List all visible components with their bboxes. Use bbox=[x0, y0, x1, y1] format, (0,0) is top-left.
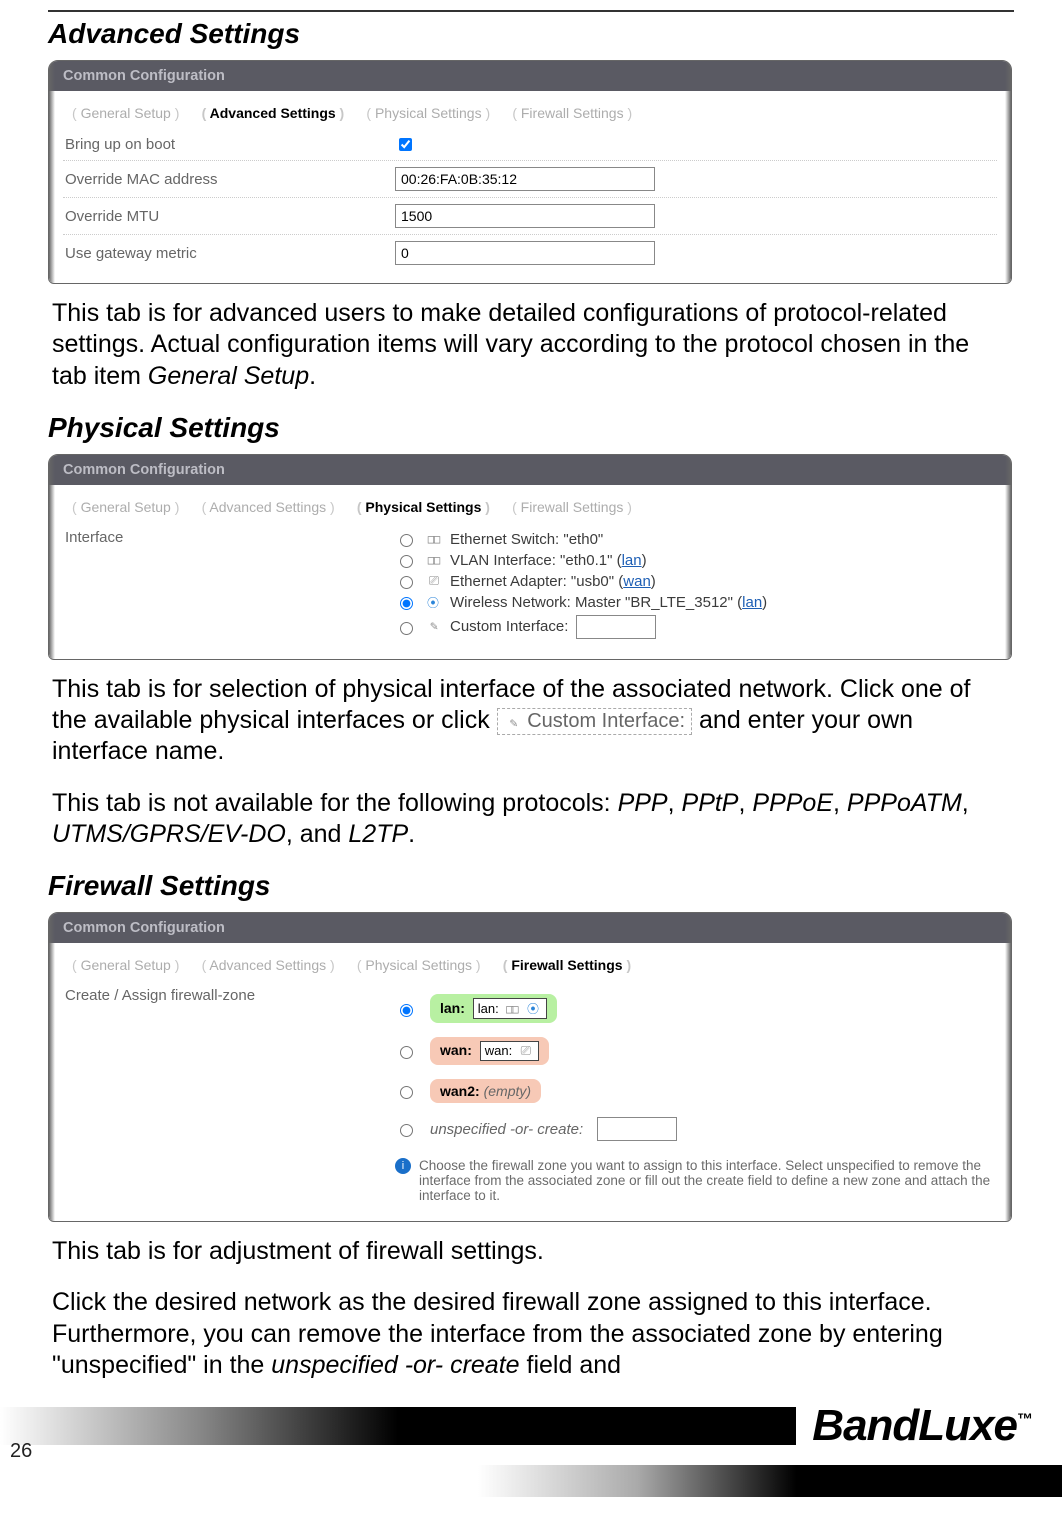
panel-firewall-header: Common Configuration bbox=[49, 913, 1011, 943]
tab-general-setup-2[interactable]: General Setup bbox=[63, 497, 188, 517]
iface-custom-label: Custom Interface: bbox=[450, 618, 568, 635]
panel-physical-header: Common Configuration bbox=[49, 455, 1011, 485]
label-bring-up: Bring up on boot bbox=[65, 136, 395, 153]
usb-icon bbox=[424, 574, 442, 589]
paragraph-firewall-2: Click the desired network as the desired… bbox=[52, 1287, 1010, 1381]
radio-custom[interactable] bbox=[400, 622, 413, 635]
lan-wl-icon bbox=[524, 1000, 542, 1017]
iface-wireless[interactable]: Wireless Network: Master "BR_LTE_3512" (… bbox=[395, 592, 995, 613]
radio-wireless[interactable] bbox=[400, 597, 413, 610]
tab-advanced-settings[interactable]: Advanced Settings bbox=[193, 103, 354, 123]
tabrow-advanced: General Setup Advanced Settings Physical… bbox=[63, 103, 997, 123]
tab-physical-settings-3[interactable]: Physical Settings bbox=[348, 955, 490, 975]
footer: BandLuxe™ bbox=[0, 1387, 1062, 1465]
radio-zone-wan2[interactable] bbox=[400, 1086, 413, 1099]
tab-firewall-settings[interactable]: Firewall Settings bbox=[503, 103, 641, 123]
row-firewall-zone: Create / Assign firewall-zone lan: lan: … bbox=[63, 981, 997, 1209]
zone-chip-lan: lan: lan: bbox=[430, 994, 557, 1023]
zone-chip-wan2: wan2: (empty) bbox=[430, 1079, 541, 1103]
section-advanced-title: Advanced Settings bbox=[48, 18, 1014, 50]
row-override-mtu: Override MTU bbox=[63, 198, 997, 235]
tabrow-firewall: General Setup Advanced Settings Physical… bbox=[63, 955, 997, 975]
radio-zone-lan[interactable] bbox=[400, 1004, 413, 1017]
ethernet-icon bbox=[424, 532, 442, 546]
panel-firewall: Common Configuration General Setup Advan… bbox=[48, 912, 1012, 1222]
tab-physical-settings[interactable]: Physical Settings bbox=[357, 103, 499, 123]
iface-wireless-label: Wireless Network: Master "BR_LTE_3512" (… bbox=[450, 594, 767, 611]
row-override-mac: Override MAC address bbox=[63, 161, 997, 198]
paragraph-physical-1: This tab is for selection of physical in… bbox=[52, 674, 1010, 768]
iface-usb[interactable]: Ethernet Adapter: "usb0" (wan) bbox=[395, 571, 995, 592]
iface-eth0[interactable]: Ethernet Switch: "eth0" bbox=[395, 529, 995, 550]
paragraph-firewall-1: This tab is for adjustment of firewall s… bbox=[52, 1236, 1010, 1267]
radio-usb[interactable] bbox=[400, 576, 413, 589]
input-create-zone[interactable] bbox=[597, 1117, 677, 1141]
page-number: 26 bbox=[10, 1440, 32, 1463]
lan-eth-icon bbox=[502, 1002, 520, 1016]
footer-under-gradient bbox=[0, 1465, 1062, 1497]
label-override-mtu: Override MTU bbox=[65, 208, 395, 225]
inline-custom-interface-chip: Custom Interface: bbox=[497, 708, 692, 735]
label-override-mac: Override MAC address bbox=[65, 171, 395, 188]
help-text: Choose the firewall zone you want to ass… bbox=[419, 1158, 995, 1203]
panel-advanced: Common Configuration General Setup Advan… bbox=[48, 60, 1012, 284]
custom-interface-icon bbox=[424, 619, 442, 634]
tab-advanced-settings-3[interactable]: Advanced Settings bbox=[193, 955, 344, 975]
vlan-icon bbox=[424, 553, 442, 567]
zone-chip-wan: wan: wan: bbox=[430, 1037, 549, 1065]
label-gateway-metric: Use gateway metric bbox=[65, 245, 395, 262]
tab-general-setup[interactable]: General Setup bbox=[63, 103, 188, 123]
iface-eth0-label: Ethernet Switch: "eth0" bbox=[450, 531, 603, 548]
row-gateway-metric: Use gateway metric bbox=[63, 235, 997, 271]
wireless-icon bbox=[424, 594, 442, 611]
tab-firewall-settings-2[interactable]: Firewall Settings bbox=[503, 497, 641, 517]
top-rule bbox=[48, 10, 1014, 12]
wan-usb-icon bbox=[516, 1044, 534, 1059]
zone-unspecified-label: unspecified -or- create: bbox=[430, 1121, 583, 1138]
help-firewall-zone: i Choose the firewall zone you want to a… bbox=[395, 1158, 995, 1203]
iface-custom[interactable]: Custom Interface: bbox=[395, 613, 995, 641]
panel-physical: Common Configuration General Setup Advan… bbox=[48, 454, 1012, 660]
paragraph-physical-2: This tab is not available for the follow… bbox=[52, 788, 1010, 851]
section-physical-title: Physical Settings bbox=[48, 412, 1014, 444]
custom-interface-inline-icon bbox=[504, 716, 522, 732]
section-firewall-title: Firewall Settings bbox=[48, 870, 1014, 902]
input-custom-interface[interactable] bbox=[576, 615, 656, 639]
iface-vlan-label: VLAN Interface: "eth0.1" (lan) bbox=[450, 552, 647, 569]
panel-advanced-header: Common Configuration bbox=[49, 61, 1011, 91]
zone-row-lan[interactable]: lan: lan: bbox=[395, 987, 995, 1030]
label-firewall-zone: Create / Assign firewall-zone bbox=[65, 987, 395, 1004]
row-bring-up-on-boot: Bring up on boot bbox=[63, 129, 997, 161]
tab-general-setup-3[interactable]: General Setup bbox=[63, 955, 188, 975]
info-icon: i bbox=[395, 1158, 411, 1174]
tab-advanced-settings-2[interactable]: Advanced Settings bbox=[193, 497, 344, 517]
input-override-mac[interactable] bbox=[395, 167, 655, 191]
input-override-mtu[interactable] bbox=[395, 204, 655, 228]
tab-physical-settings-2[interactable]: Physical Settings bbox=[348, 497, 499, 517]
checkbox-bring-up[interactable] bbox=[399, 138, 412, 151]
zone-row-unspecified[interactable]: unspecified -or- create: bbox=[395, 1110, 995, 1148]
tab-firewall-settings-3[interactable]: Firewall Settings bbox=[494, 955, 640, 975]
iface-vlan[interactable]: VLAN Interface: "eth0.1" (lan) bbox=[395, 550, 995, 571]
radio-zone-unspecified[interactable] bbox=[400, 1124, 413, 1137]
input-gateway-metric[interactable] bbox=[395, 241, 655, 265]
iface-usb-label: Ethernet Adapter: "usb0" (wan) bbox=[450, 573, 656, 590]
tabrow-physical: General Setup Advanced Settings Physical… bbox=[63, 497, 997, 517]
brand-logo: BandLuxe™ bbox=[796, 1401, 1062, 1451]
radio-zone-wan[interactable] bbox=[400, 1046, 413, 1059]
zone-row-wan[interactable]: wan: wan: bbox=[395, 1030, 995, 1072]
paragraph-advanced: This tab is for advanced users to make d… bbox=[52, 298, 1010, 392]
label-interface: Interface bbox=[65, 529, 395, 546]
row-interface: Interface Ethernet Switch: "eth0" VLAN I… bbox=[63, 523, 997, 647]
radio-vlan[interactable] bbox=[400, 555, 413, 568]
radio-eth0[interactable] bbox=[400, 534, 413, 547]
footer-gradient bbox=[0, 1407, 796, 1445]
zone-row-wan2[interactable]: wan2: (empty) bbox=[395, 1072, 995, 1110]
